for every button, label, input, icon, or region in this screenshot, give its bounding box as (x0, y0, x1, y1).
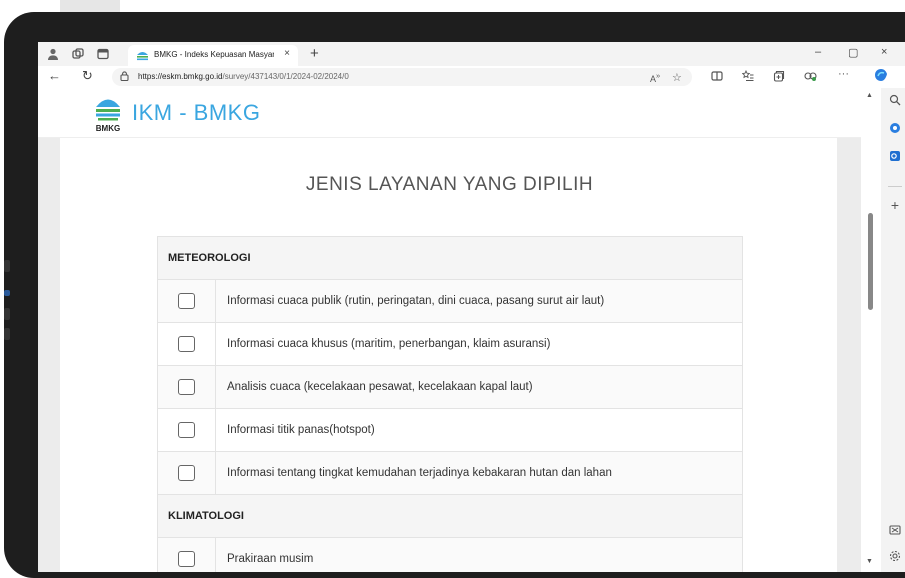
screenshot-icon[interactable] (888, 524, 902, 538)
service-checkbox[interactable] (178, 465, 195, 481)
tab-title: BMKG - Indeks Kepuasan Masyar (154, 50, 274, 59)
scroll-down-arrow-icon[interactable]: ▼ (866, 558, 873, 565)
tab-bar: BMKG - Indeks Kepuasan Masyar × + – ▢ × (38, 42, 905, 66)
service-checkbox[interactable] (178, 336, 195, 352)
new-tab-button[interactable]: + (310, 45, 319, 62)
bmkg-favicon-icon (137, 52, 148, 61)
service-label[interactable]: Prakiraan musim (215, 537, 743, 572)
tablet-button (4, 328, 10, 340)
split-screen-icon[interactable] (711, 70, 723, 85)
copilot-icon[interactable] (874, 68, 888, 85)
search-icon[interactable] (888, 94, 902, 108)
table-row[interactable]: Informasi cuaca publik (rutin, peringata… (157, 279, 743, 323)
maximize-button[interactable]: ▢ (848, 46, 858, 59)
tablet-button (4, 260, 10, 272)
tab-actions-icon[interactable] (96, 47, 110, 61)
table-row[interactable]: Informasi tentang tingkat kemudahan terj… (157, 451, 743, 495)
outlook-icon[interactable] (888, 150, 902, 164)
browser-tab[interactable]: BMKG - Indeks Kepuasan Masyar × (128, 45, 298, 66)
workspaces-icon[interactable] (71, 47, 85, 61)
browser-window: BMKG - Indeks Kepuasan Masyar × + – ▢ × … (38, 42, 905, 572)
page-viewport: BMKG IKM - BMKG JENIS LAYANAN YANG DIPIL… (38, 88, 881, 572)
tablet-light (4, 290, 10, 296)
service-label[interactable]: Analisis cuaca (kecelakaan pesawat, kece… (215, 365, 743, 409)
site-title[interactable]: IKM - BMKG (132, 100, 260, 126)
scroll-up-arrow-icon[interactable]: ▲ (866, 92, 873, 99)
table-row[interactable]: Prakiraan musim (157, 537, 743, 572)
service-type-table: METEOROLOGI Informasi cuaca publik (ruti… (157, 236, 743, 572)
service-checkbox[interactable] (178, 293, 195, 309)
add-sidebar-app-icon[interactable]: + (888, 198, 902, 212)
service-label[interactable]: Informasi tentang tingkat kemudahan terj… (215, 451, 743, 495)
table-row[interactable]: Informasi titik panas(hotspot) (157, 408, 743, 452)
page-title: JENIS LAYANAN YANG DIPILIH (305, 174, 594, 195)
url-host: https://eskm.bmkg.go.id (138, 72, 223, 81)
url-field[interactable]: https://eskm.bmkg.go.id/survey/437143/0/… (112, 68, 692, 86)
service-checkbox[interactable] (178, 422, 195, 438)
site-info-icon[interactable] (120, 71, 129, 83)
minimize-button[interactable]: – (815, 46, 821, 58)
sidebar-divider (888, 186, 902, 187)
table-row[interactable]: Informasi cuaca khusus (maritim, penerba… (157, 322, 743, 366)
address-bar-row: ← ↻ https://eskm.bmkg.go.id/survey/43714… (38, 66, 905, 88)
close-window-button[interactable]: × (881, 46, 887, 58)
shopping-icon[interactable] (888, 122, 902, 136)
favorite-star-icon[interactable]: ☆ (672, 71, 682, 84)
tablet-top-edge (60, 0, 120, 12)
extensions-icon[interactable] (804, 70, 817, 85)
favorites-icon[interactable] (741, 69, 754, 85)
category-label: METEOROLOGI (157, 236, 743, 280)
service-checkbox[interactable] (178, 379, 195, 395)
page-scrollbar[interactable]: ▲ ▼ (861, 88, 881, 572)
service-checkbox[interactable] (178, 551, 195, 567)
tablet-button (4, 308, 10, 320)
edge-sidebar: + (881, 88, 905, 572)
tablet-frame: BMKG - Indeks Kepuasan Masyar × + – ▢ × … (4, 12, 905, 578)
stage: BMKG - Indeks Kepuasan Masyar × + – ▢ × … (0, 0, 905, 578)
service-label[interactable]: Informasi titik panas(hotspot) (215, 408, 743, 452)
site-header: BMKG IKM - BMKG (38, 88, 861, 138)
category-label: KLIMATOLOGI (157, 494, 743, 538)
profile-icon[interactable] (46, 47, 60, 61)
sidebar-settings-gear-icon[interactable] (888, 550, 902, 564)
service-label[interactable]: Informasi cuaca khusus (maritim, penerba… (215, 322, 743, 366)
back-button[interactable]: ← (48, 68, 61, 83)
more-menu-icon[interactable]: ··· (838, 68, 849, 80)
bmkg-logo-icon[interactable]: BMKG (90, 94, 126, 134)
reload-button[interactable]: ↻ (82, 68, 93, 84)
read-aloud-icon[interactable]: A» (650, 71, 660, 84)
service-label[interactable]: Informasi cuaca publik (rutin, peringata… (215, 279, 743, 323)
table-row[interactable]: Analisis cuaca (kecelakaan pesawat, kece… (157, 365, 743, 409)
category-row: KLIMATOLOGI (157, 494, 743, 538)
scroll-thumb[interactable] (868, 213, 873, 310)
category-row: METEOROLOGI (157, 236, 743, 280)
tab-close-icon[interactable]: × (284, 48, 290, 59)
url-text: https://eskm.bmkg.go.id/survey/437143/0/… (138, 72, 349, 81)
logo-caption: BMKG (96, 124, 120, 133)
url-path: /survey/437143/0/1/2024-02/2024/0 (222, 72, 349, 81)
collections-icon[interactable] (773, 70, 785, 85)
